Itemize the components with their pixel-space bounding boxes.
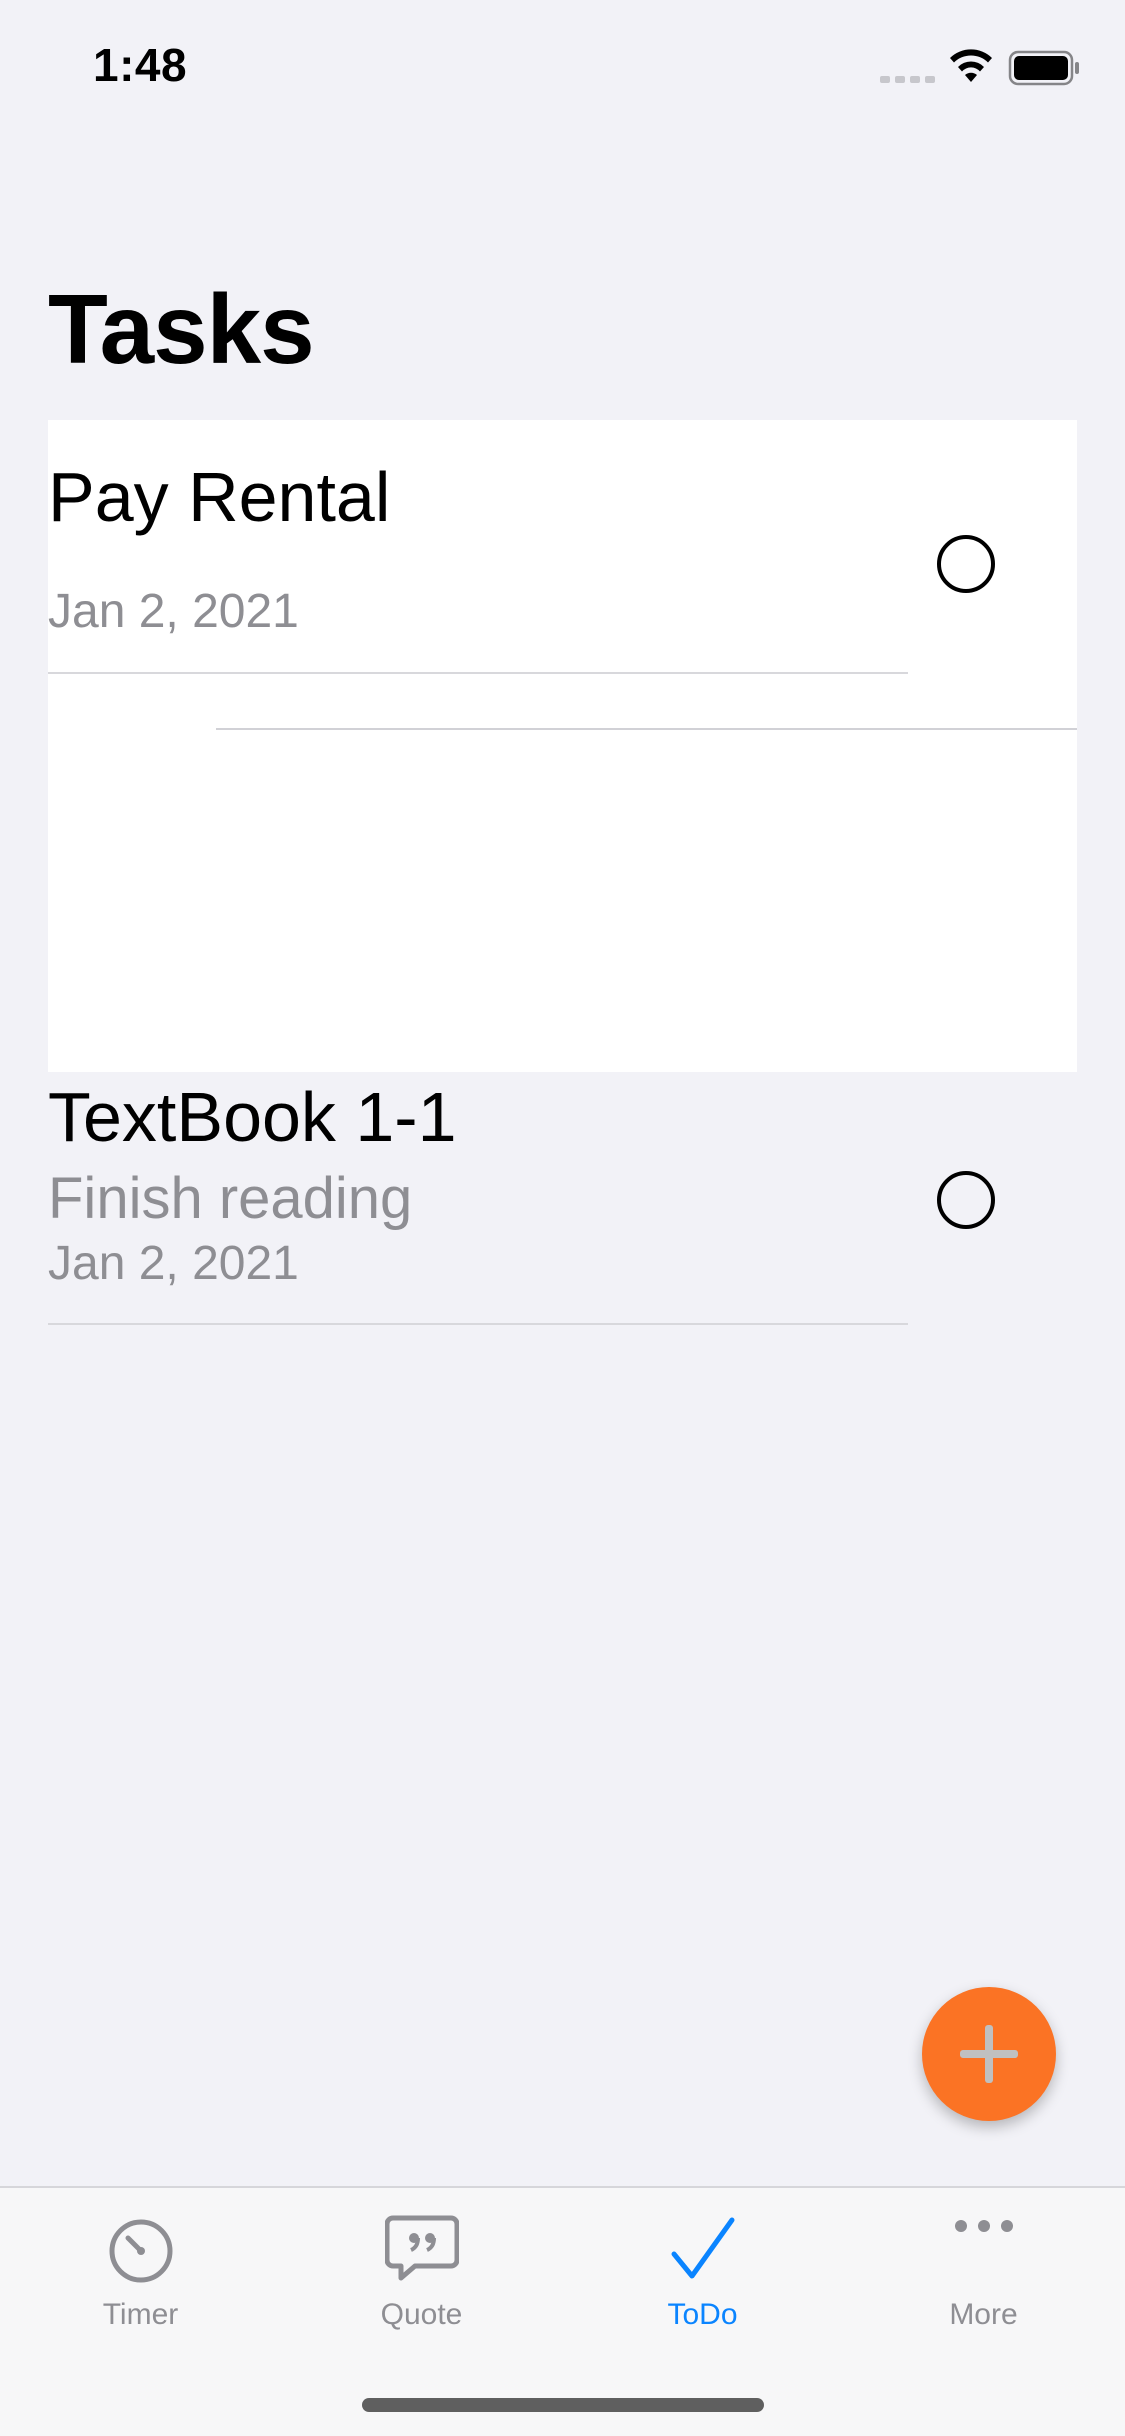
tab-todo[interactable]: ToDo (562, 2188, 843, 2358)
tab-label: Quote (380, 2298, 463, 2331)
ellipsis-icon (954, 2220, 1013, 2232)
quote-bubble-icon (384, 2215, 459, 2281)
tab-timer[interactable]: Timer (0, 2188, 281, 2358)
row-separator (216, 728, 1077, 730)
tab-quote[interactable]: Quote (281, 2188, 562, 2358)
tab-label: Timer (102, 2298, 179, 2331)
task-divider (48, 1323, 908, 1325)
timer-icon (109, 2219, 172, 2283)
checkmark-icon (671, 2217, 734, 2279)
tab-label: More (949, 2298, 1018, 2331)
task-note: Finish reading (48, 1166, 413, 1231)
tab-more[interactable]: More (843, 2188, 1124, 2358)
complete-circle-icon[interactable] (937, 1171, 995, 1229)
task-row[interactable]: TextBook 1-1 Finish reading Jan 2, 2021 (0, 310, 1029, 1325)
task-title: TextBook 1-1 (48, 1078, 457, 1156)
add-task-button[interactable] (922, 1987, 1056, 2121)
task-row[interactable]: Pay Rental Jan 2, 2021 (0, 0, 1029, 674)
plus-icon (960, 2025, 1018, 2083)
task-divider (48, 672, 908, 674)
task-date: Jan 2, 2021 (48, 1237, 299, 1290)
home-indicator (362, 2398, 764, 2412)
tab-label: ToDo (667, 2298, 738, 2331)
